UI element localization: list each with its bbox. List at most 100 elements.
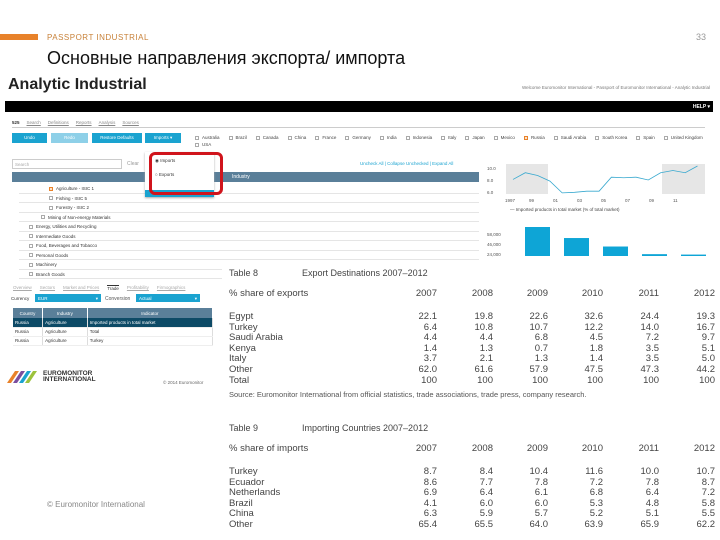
country-checkbox[interactable]: China (287, 135, 306, 140)
nav-tab[interactable]: Definitions (48, 120, 69, 125)
value-cell: 100 (421, 374, 437, 386)
checkbox[interactable] (636, 135, 641, 140)
country-checkbox[interactable]: Canada (255, 135, 279, 140)
tree-header: Industry (12, 172, 479, 182)
checkbox[interactable] (49, 196, 53, 201)
country-checkbox[interactable]: Spain (636, 135, 655, 140)
checkbox[interactable] (228, 135, 233, 140)
undo-button[interactable]: Undo (12, 133, 47, 143)
lower-tab[interactable]: Firmographics (157, 285, 186, 291)
year-header: 2012 (693, 288, 715, 299)
table-row: Netherlands 6.9 6.4 6.1 6.8 6.4 7.2 (229, 487, 715, 498)
tree-item[interactable]: Food, Beverages and Tobacco (19, 241, 479, 251)
column-header[interactable]: Country (13, 308, 44, 318)
checkbox[interactable] (379, 135, 384, 140)
table-cell: Russia (13, 318, 44, 328)
checkbox[interactable] (195, 135, 199, 140)
country-checkbox[interactable]: South Korea (595, 135, 627, 140)
table-cell: Agriculture (42, 318, 88, 328)
checkbox[interactable] (663, 135, 668, 140)
checkbox[interactable] (315, 135, 320, 140)
value-cell: 6.0 (534, 497, 548, 509)
conversion-select[interactable]: Actual ▾ (136, 294, 200, 302)
checkbox[interactable] (195, 142, 199, 147)
search-input[interactable]: Search (12, 159, 122, 169)
redo-button[interactable]: Redo (51, 133, 88, 143)
value-cell: 100 (532, 374, 548, 386)
country-checkbox[interactable]: Italy (441, 135, 456, 140)
value-cell: 6.0 (479, 497, 493, 509)
row-label: Saudi Arabia (229, 332, 283, 344)
checkbox[interactable] (29, 253, 33, 258)
nav-tab[interactable]: Analysis (99, 120, 116, 125)
lower-tab[interactable]: Profitability (127, 285, 149, 291)
tree-item[interactable]: Personal Goods (19, 251, 479, 260)
country-checkbox[interactable]: Russia (523, 135, 545, 140)
currency-select[interactable]: EUR ▾ (35, 294, 101, 302)
help-menu[interactable]: HELP ▾ (693, 104, 710, 110)
column-header[interactable]: Indicator (87, 308, 214, 318)
value-cell: 62.0 (418, 364, 438, 375)
value-cell: 1.3 (534, 353, 548, 365)
table-row[interactable]: Russia Agriculture Turkey (13, 336, 214, 346)
country-checkbox[interactable]: Mexico (493, 135, 515, 140)
country-checkbox[interactable]: Japan (465, 135, 485, 140)
value-cell: 10.7 (529, 321, 549, 333)
column-header[interactable]: Industry (42, 308, 88, 318)
restore-defaults-button[interactable]: Restore Defaults (92, 133, 142, 143)
lower-tab[interactable]: Market and Prices (63, 285, 99, 291)
checkbox[interactable] (553, 135, 558, 140)
tree-item[interactable]: Mining of Non-energy Materials (19, 213, 479, 222)
table-row: Other 65.4 65.5 64.0 63.9 65.9 62.2 (229, 519, 715, 530)
tree-item[interactable]: Forestry - ISIC 2 (19, 203, 479, 213)
nav-tab[interactable]: Reports (76, 120, 92, 125)
checkbox[interactable] (345, 135, 350, 140)
checkbox[interactable] (493, 135, 498, 140)
country-label: Japan (472, 135, 485, 140)
checkbox[interactable] (523, 135, 528, 140)
tree-item[interactable]: Fishing - ISIC 5 (19, 194, 479, 203)
value-cell: 5.2 (589, 508, 603, 520)
checkbox[interactable] (49, 186, 53, 191)
nav-tab[interactable]: Sources (122, 120, 139, 125)
country-checkbox[interactable]: Saudi Arabia (553, 135, 586, 140)
table-row[interactable]: Russia Agriculture Total (13, 327, 214, 337)
country-checkbox[interactable]: United Kingdom (663, 135, 703, 140)
table-row: Italy 3.7 2.1 1.3 1.4 3.5 5.0 (229, 353, 715, 365)
imports-dropdown[interactable]: Imports ▾ (145, 133, 181, 143)
country-checkbox[interactable]: France (315, 135, 336, 140)
checkbox[interactable] (595, 135, 600, 140)
country-checkbox[interactable]: Brazil (228, 135, 247, 140)
checkbox[interactable] (49, 205, 53, 210)
tree-links[interactable]: Uncheck All | Collapse Unchecked | Expan… (360, 161, 453, 166)
country-checkbox[interactable]: India (379, 135, 397, 140)
lower-tab[interactable]: Sectors (40, 285, 55, 291)
lower-tab[interactable]: Trade (107, 285, 119, 291)
nav-tab[interactable]: Search (27, 120, 41, 125)
country-checkbox[interactable]: Australia (195, 135, 220, 140)
country-checkbox[interactable]: Germany (345, 135, 371, 140)
tree-item[interactable]: Energy, Utilities and Recycling (19, 222, 479, 232)
checkbox[interactable] (287, 135, 292, 140)
checkbox[interactable] (29, 243, 33, 248)
table-row[interactable]: Russia Agriculture Imported products in to… (13, 318, 214, 328)
lower-tab[interactable]: Overview (13, 285, 32, 291)
checkbox[interactable] (29, 262, 33, 267)
checkbox[interactable] (405, 135, 410, 140)
tree-item[interactable]: Agriculture - ISIC 1 (19, 184, 479, 194)
tree-item[interactable]: Intermediate Goods (19, 232, 479, 241)
nav-tab[interactable]: 525 (12, 120, 20, 125)
checkbox[interactable] (29, 224, 33, 229)
table9-label: Table 9 (229, 423, 259, 433)
country-checkbox[interactable]: Indonesia (405, 135, 432, 140)
clear-link[interactable]: Clear (127, 161, 139, 167)
table-row: Brazil 4.1 6.0 6.0 5.3 4.8 5.8 (229, 497, 715, 509)
bar (642, 254, 667, 256)
checkbox[interactable] (29, 272, 33, 277)
country-checkbox[interactable]: USA (195, 142, 211, 147)
checkbox[interactable] (441, 135, 446, 140)
checkbox[interactable] (465, 135, 470, 140)
checkbox[interactable] (29, 234, 33, 239)
checkbox[interactable] (255, 135, 260, 140)
checkbox[interactable] (41, 215, 45, 220)
